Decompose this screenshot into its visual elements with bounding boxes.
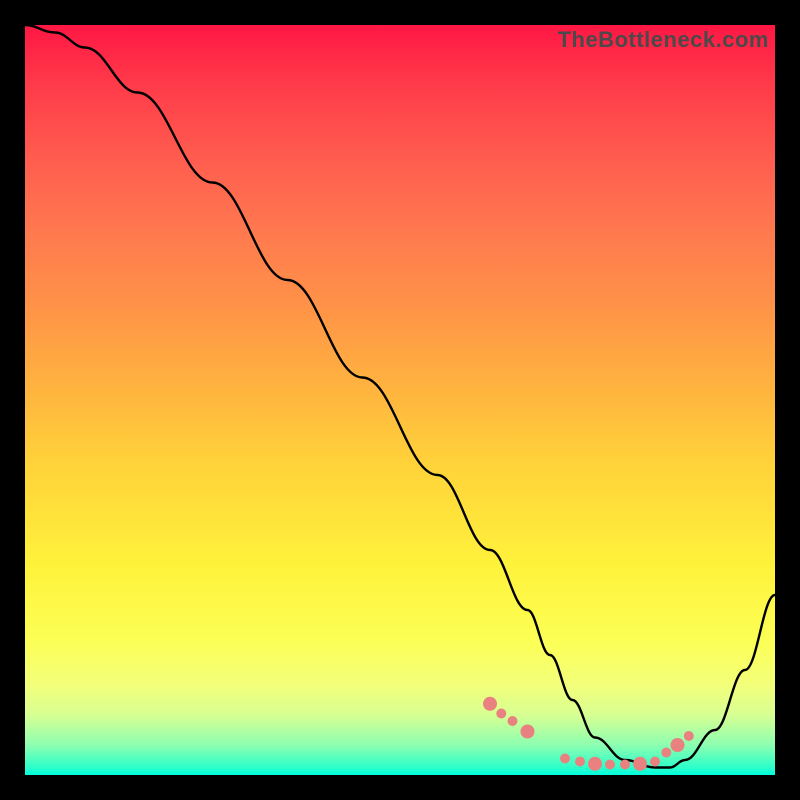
plot-area: TheBottleneck.com — [25, 25, 775, 775]
trough-marker-dot — [521, 725, 535, 739]
trough-marker-dot — [605, 760, 615, 770]
trough-marker-dot — [560, 754, 570, 764]
trough-marker-dot — [671, 738, 685, 752]
trough-markers — [483, 697, 694, 771]
trough-marker-dot — [496, 709, 506, 719]
trough-marker-dot — [684, 731, 694, 741]
trough-marker-dot — [650, 757, 660, 767]
trough-marker-dot — [508, 716, 518, 726]
bottleneck-curve — [25, 25, 775, 768]
trough-marker-dot — [575, 757, 585, 767]
curve-layer — [25, 25, 775, 775]
trough-marker-dot — [620, 760, 630, 770]
trough-marker-dot — [588, 757, 602, 771]
trough-marker-dot — [633, 757, 647, 771]
trough-marker-dot — [483, 697, 497, 711]
trough-marker-dot — [661, 748, 671, 758]
